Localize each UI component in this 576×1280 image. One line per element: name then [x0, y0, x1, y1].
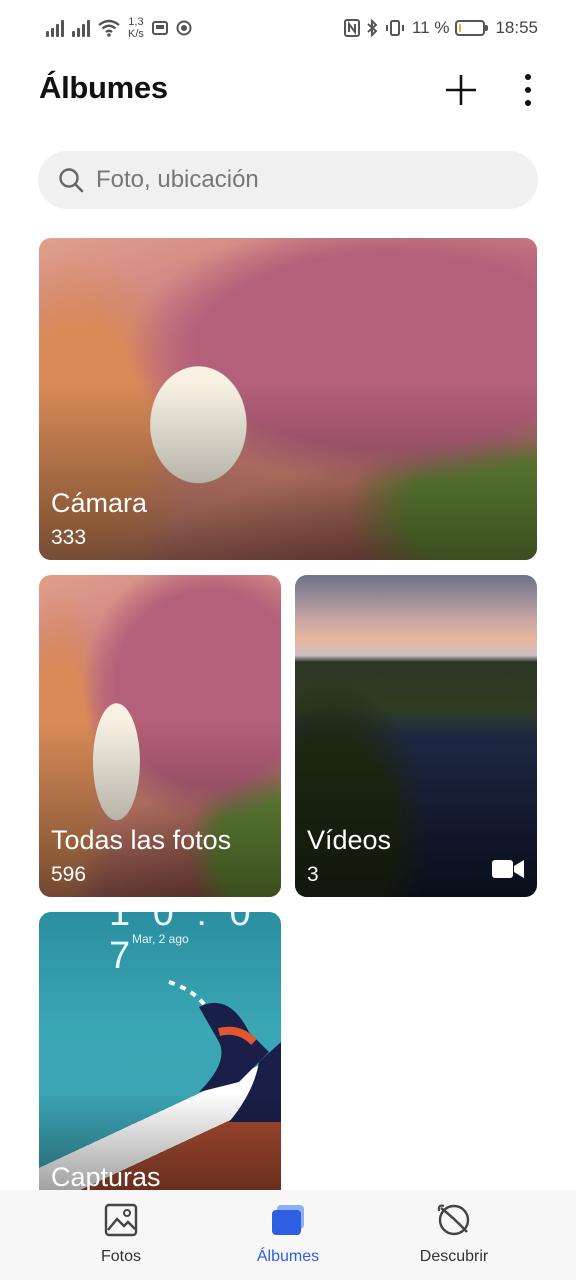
status-left: 1,3 K/s [46, 14, 192, 42]
battery-icon [455, 20, 489, 36]
battery-percent: 11 % [411, 18, 450, 37]
header: Álbumes [0, 56, 576, 126]
plus-icon [446, 75, 476, 105]
nav-label: Descubrir [419, 1248, 489, 1265]
net-speed-value: 1,3 [128, 16, 144, 28]
screen-icon [151, 21, 168, 35]
signal-1-icon [46, 19, 64, 37]
record-icon [176, 20, 192, 36]
album-name: Cámara [51, 488, 148, 518]
albums-icon [270, 1202, 306, 1238]
nav-item-photos[interactable]: Fotos [41, 1202, 201, 1272]
add-album-button[interactable] [441, 70, 481, 110]
status-bar: 1,3 K/s 11 % 18:55 [0, 0, 576, 56]
search-icon [59, 168, 84, 193]
search-bar[interactable] [38, 151, 538, 209]
net-speed-unit: K/s [128, 28, 144, 40]
album-card-videos[interactable]: Vídeos 3 [295, 575, 537, 897]
album-name: Capturas [51, 1162, 161, 1192]
vibrate-icon [385, 20, 404, 36]
album-card-all-photos[interactable]: Todas las fotos 596 [39, 575, 281, 897]
nav-label: Fotos [100, 1248, 141, 1265]
wifi-icon [98, 19, 120, 37]
clock: 18:55 [495, 18, 538, 37]
album-count: 3 [307, 863, 319, 886]
more-options-button[interactable] [508, 70, 548, 110]
album-name: Todas las fotos [51, 825, 232, 855]
signal-2-icon [72, 19, 90, 37]
video-camera-icon [492, 860, 524, 878]
album-card-camera[interactable]: Cámara 333 [39, 238, 537, 560]
net-speed: 1,3 K/s [128, 16, 144, 40]
album-count: 333 [51, 526, 87, 549]
page-title: Álbumes [39, 70, 168, 105]
nav-item-discover[interactable]: Descubrir [374, 1202, 534, 1272]
nfc-icon [343, 19, 360, 37]
discover-icon [436, 1202, 472, 1238]
albums-screen: 1,3 K/s 11 % 18:55 Álbumes Foto, ubicaci… [0, 0, 576, 1280]
bluetooth-icon [367, 19, 378, 37]
more-vertical-icon [525, 74, 531, 106]
bottom-navigation: Fotos Álbumes Descubrir [0, 1190, 576, 1280]
album-card-screenshots[interactable]: 1 0 : 0 7 Mar, 2 ago Capturas [39, 912, 281, 1212]
album-count: 596 [51, 863, 87, 886]
search-input[interactable] [96, 166, 496, 194]
nav-label: Álbumes [256, 1248, 320, 1265]
image-icon [103, 1202, 139, 1238]
battery-level [459, 24, 462, 32]
album-name: Vídeos [307, 825, 392, 855]
nav-item-albums[interactable]: Álbumes [208, 1202, 368, 1272]
status-right: 11 % 18:55 [343, 14, 538, 42]
preview-date: Mar, 2 ago [132, 932, 189, 946]
